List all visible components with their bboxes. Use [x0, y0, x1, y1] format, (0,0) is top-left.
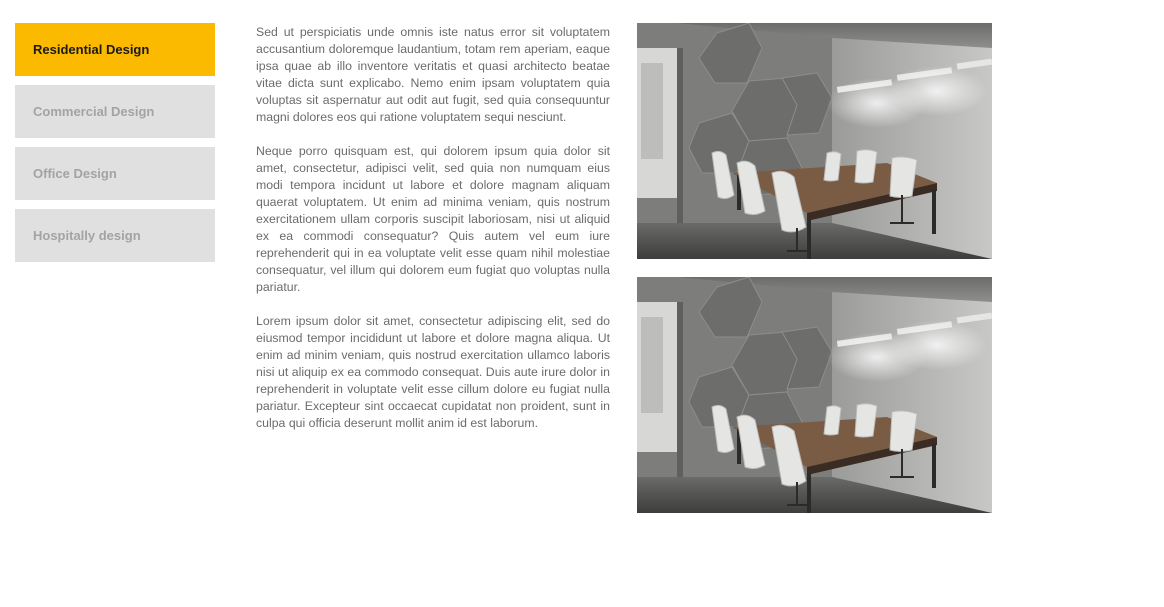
tab-hospitally-design[interactable]: Hospitally design — [15, 209, 215, 262]
design-category-tabs: Residential Design Commercial Design Off… — [15, 23, 215, 271]
tab-residential-design[interactable]: Residential Design — [15, 23, 215, 76]
tab-office-design[interactable]: Office Design — [15, 147, 215, 200]
page: Residential Design Commercial Design Off… — [0, 0, 1164, 607]
paragraph: Lorem ipsum dolor sit amet, consectetur … — [256, 314, 610, 430]
paragraph: Neque porro quisquam est, qui dolorem ip… — [256, 144, 610, 294]
conference-room-image — [637, 23, 992, 259]
tab-commercial-design[interactable]: Commercial Design — [15, 85, 215, 138]
paragraph: Sed ut perspiciatis unde omnis iste natu… — [256, 25, 610, 124]
conference-room-illustration — [637, 23, 992, 259]
conference-room-illustration — [637, 277, 992, 513]
description-text: Sed ut perspiciatis unde omnis iste natu… — [256, 24, 610, 449]
conference-room-image — [637, 277, 992, 513]
